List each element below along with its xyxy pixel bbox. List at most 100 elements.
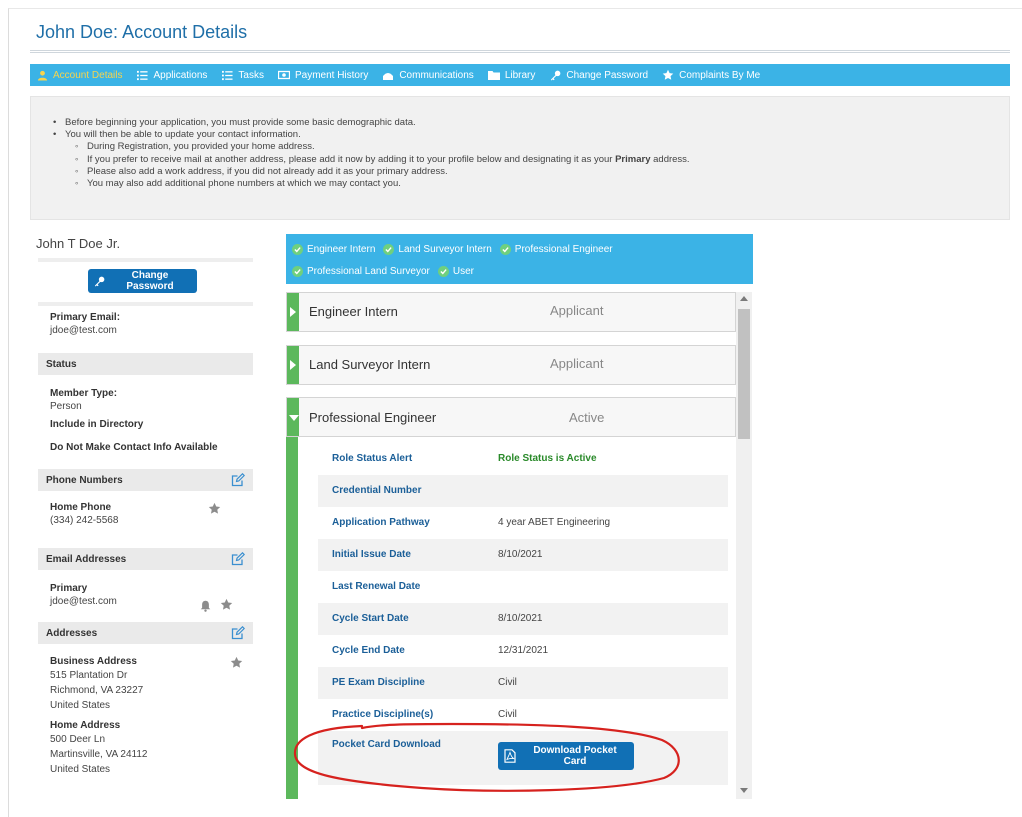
detail-value: Role Status is Active: [498, 453, 597, 464]
roles-row: Professional Land Surveyor User: [292, 262, 747, 280]
scrollbar-thumb[interactable]: [738, 309, 750, 439]
status-section-header: Status: [38, 353, 253, 375]
email-primary-value: jdoe@test.com: [50, 596, 117, 607]
edit-icon[interactable]: [231, 551, 246, 566]
detail-row: Cycle Start Date 8/10/2021: [318, 603, 728, 635]
detail-key: Role Status Alert: [332, 453, 413, 464]
account-nav-bar: Account Details Applications Tasks Payme…: [30, 64, 1010, 86]
nav-label: Communications: [399, 69, 474, 81]
edit-icon[interactable]: [231, 472, 246, 487]
detail-row: PE Exam Discipline Civil: [318, 667, 728, 699]
role-name: Engineer Intern: [309, 304, 398, 319]
instruction-subitem: ◦ You may also add additional phone numbe…: [75, 178, 401, 190]
detail-value: Civil: [498, 709, 517, 720]
nav-payment-history[interactable]: Payment History: [277, 69, 369, 81]
check-icon: [292, 243, 303, 255]
check-icon: [499, 243, 511, 255]
instruction-text: address.: [650, 153, 690, 165]
instruction-text: Before beginning your application, you m…: [65, 117, 416, 128]
star-icon[interactable]: [208, 502, 221, 515]
section-title: Status: [46, 358, 77, 370]
address-line: Martinsville, VA 24112: [50, 749, 148, 760]
detail-row: Application Pathway 4 year ABET Engineeri…: [318, 507, 728, 539]
role-chip: Engineer Intern: [292, 243, 375, 255]
section-title: Addresses: [46, 627, 98, 639]
nav-communications[interactable]: Communications: [382, 69, 474, 81]
detail-value: 8/10/2021: [498, 613, 543, 624]
role-card-engineer-intern[interactable]: Engineer Intern Applicant: [286, 292, 736, 332]
nav-applications[interactable]: Applications: [136, 69, 207, 81]
detail-row: Initial Issue Date 8/10/2021: [318, 539, 728, 571]
collapse-arrow-icon: [289, 415, 299, 421]
detail-key: Cycle Start Date: [332, 613, 409, 624]
role-chip-label: Land Surveyor Intern: [398, 243, 492, 255]
role-chip: Professional Land Surveyor: [292, 265, 430, 277]
check-icon: [383, 243, 395, 255]
list-icon: [221, 69, 233, 81]
red-circle-annotation: [293, 722, 680, 792]
roles-summary: Engineer Intern Land Surveyor Intern Pro…: [286, 234, 753, 284]
detail-key: PE Exam Discipline: [332, 677, 425, 688]
roles-scrollbar[interactable]: [736, 292, 752, 799]
detail-key: Initial Issue Date: [332, 549, 411, 560]
phone-section-header: Phone Numbers: [38, 469, 253, 491]
instruction-text: Please also add a work address, if you d…: [87, 165, 448, 177]
role-chip-label: User: [452, 265, 474, 277]
instruction-item: • You will then be able to update your co…: [53, 129, 301, 141]
nav-label: Tasks: [238, 69, 264, 81]
instructions-box: • Before beginning your application, you …: [30, 96, 1010, 220]
role-card-land-surveyor-intern[interactable]: Land Surveyor Intern Applicant: [286, 345, 736, 385]
section-title: Email Addresses: [46, 553, 127, 565]
role-card-professional-engineer[interactable]: Professional Engineer Active: [286, 397, 736, 437]
addresses-section-header: Addresses: [38, 622, 253, 644]
role-state: Applicant: [550, 356, 604, 371]
folder-icon: [487, 69, 500, 81]
nav-library[interactable]: Library: [487, 69, 535, 81]
primary-email-value: jdoe@test.com: [50, 325, 117, 336]
megaphone-icon: [382, 69, 394, 81]
star-icon[interactable]: [220, 598, 233, 611]
role-chip-label: Professional Engineer: [514, 243, 613, 255]
instruction-text: During Registration, you provided your h…: [87, 141, 315, 153]
detail-row: Last Renewal Date: [318, 571, 728, 603]
home-phone-value: (334) 242-5568: [50, 515, 119, 526]
email-primary-label: Primary: [50, 583, 88, 594]
member-type-label: Member Type:: [50, 388, 118, 399]
nav-label: Complaints By Me: [679, 69, 761, 81]
status-stripe: [287, 398, 299, 436]
address-line: Richmond, VA 23227: [50, 685, 144, 696]
primary-emphasis: Primary: [615, 153, 651, 165]
nav-label: Payment History: [294, 69, 369, 81]
include-in-directory: Include in Directory: [50, 419, 144, 430]
instruction-text: You may also add additional phone number…: [87, 178, 401, 190]
status-stripe: [287, 346, 299, 384]
edit-icon[interactable]: [231, 625, 246, 640]
detail-value: 4 year ABET Engineering: [498, 517, 611, 528]
nav-change-password[interactable]: Change Password: [549, 69, 648, 81]
email-section-header: Email Addresses: [38, 548, 253, 570]
nav-account-details[interactable]: Account Details: [36, 69, 122, 81]
divider: [38, 302, 253, 306]
scroll-down-icon[interactable]: [740, 788, 748, 793]
nav-complaints-by-me[interactable]: Complaints By Me: [662, 69, 760, 81]
star-icon[interactable]: [230, 656, 243, 669]
page-title: John Doe: Account Details: [36, 22, 248, 42]
detail-row: Credential Number: [318, 475, 728, 507]
role-name: Land Surveyor Intern: [309, 357, 431, 372]
address-line: 515 Plantation Dr: [50, 670, 128, 681]
detail-key: Last Renewal Date: [332, 581, 421, 592]
home-phone-label: Home Phone: [50, 502, 112, 513]
key-icon: [94, 276, 105, 287]
address-line: United States: [50, 764, 111, 775]
change-password-button[interactable]: Change Password: [88, 269, 197, 293]
instruction-text: If you prefer to receive mail at another…: [87, 153, 616, 165]
nav-label: Change Password: [566, 69, 649, 81]
user-icon: [36, 69, 48, 81]
status-stripe: [287, 293, 299, 331]
scroll-up-icon[interactable]: [740, 296, 748, 301]
list-icon: [136, 69, 148, 81]
home-address-label: Home Address: [50, 720, 121, 731]
bell-icon[interactable]: [200, 599, 213, 612]
nav-tasks[interactable]: Tasks: [221, 69, 264, 81]
role-chip: User: [437, 265, 474, 277]
